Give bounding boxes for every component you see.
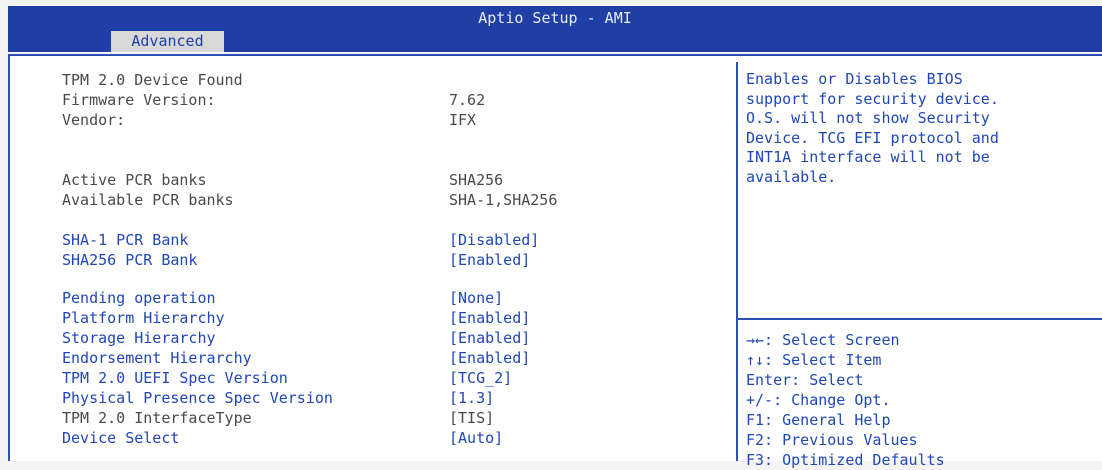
setting-value[interactable]: [Disabled] xyxy=(449,230,539,250)
setting-label: SHA256 PCR Bank xyxy=(62,251,198,269)
setting-label: Platform Hierarchy xyxy=(62,309,225,327)
setting-value[interactable]: [Enable] xyxy=(449,150,521,170)
setting-label: Vendor: xyxy=(62,111,126,129)
key-enter-select: Enter: Select xyxy=(746,371,864,389)
key-general-help: F1: General Help xyxy=(746,411,891,429)
setting-value: SHA256 xyxy=(449,171,504,189)
setting-label: Firmware Version: xyxy=(62,91,216,109)
setting-label: TPM 2.0 UEFI Spec Version xyxy=(62,369,288,387)
setting-value[interactable]: [Enabled] xyxy=(449,250,530,270)
setting-value: SHA-1,SHA256 xyxy=(449,191,558,209)
setting-value[interactable]: [Auto] xyxy=(449,428,503,448)
key-legend: →←: Select Screen ↑↓: Select Item Enter:… xyxy=(746,330,945,470)
help-divider xyxy=(738,318,1102,320)
key-change-opt: +/-: Change Opt. xyxy=(746,391,891,409)
setting-label: Pending operation xyxy=(62,289,216,307)
setting-label: SHA-1 PCR Bank xyxy=(62,231,189,249)
setting-value[interactable]: [Enabled] xyxy=(449,308,530,328)
setting-label: Available PCR banks xyxy=(62,191,234,209)
title-bar: Aptio Setup - AMI Advanced xyxy=(8,6,1102,52)
setting-value[interactable]: [Enabled] xyxy=(449,328,530,348)
setting-value[interactable]: [TCG_2] xyxy=(449,368,512,388)
key-select-item: ↑↓: Select Item xyxy=(746,351,882,369)
setting-value: 7.62 xyxy=(449,91,486,109)
setting-label: Storage Hierarchy xyxy=(62,329,216,347)
setting-value[interactable]: [None] xyxy=(449,288,503,308)
setting-value[interactable]: [Enabled] xyxy=(449,348,530,368)
setting-label: Physical Presence Spec Version xyxy=(62,389,333,407)
key-previous-values: F2: Previous Values xyxy=(746,431,918,449)
setting-value[interactable]: [1.3] xyxy=(449,388,494,408)
setting-label: TPM 2.0 InterfaceType xyxy=(62,409,252,427)
setting-label: Security Device Support xyxy=(62,151,270,169)
setting-value: [TIS] xyxy=(449,409,495,427)
tab-advanced[interactable]: Advanced xyxy=(111,31,224,52)
setting-value: IFX xyxy=(449,111,477,129)
panel-divider xyxy=(736,62,738,461)
key-optimized-defaults: F3: Optimized Defaults xyxy=(746,451,945,469)
key-select-screen: →←: Select Screen xyxy=(746,331,900,349)
setting-label: Endorsement Hierarchy xyxy=(62,349,252,367)
help-text: Enables or Disables BIOS support for sec… xyxy=(746,70,999,186)
setting-label: TPM 2.0 Device Found xyxy=(62,71,243,89)
setting-label: Device Select xyxy=(62,429,180,447)
app-title: Aptio Setup - AMI xyxy=(478,9,632,27)
setting-label: Active PCR banks xyxy=(62,171,207,189)
